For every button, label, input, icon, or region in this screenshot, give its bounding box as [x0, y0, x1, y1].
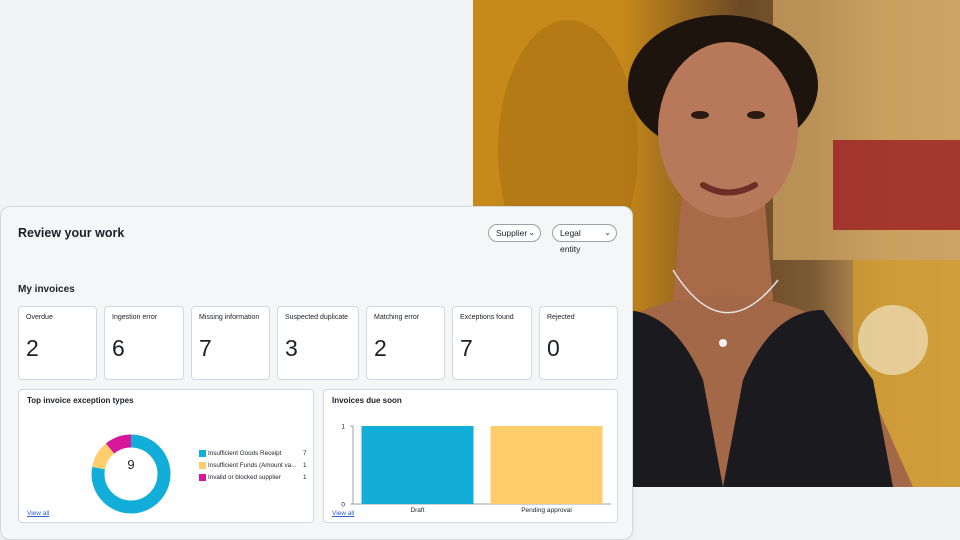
supplier-filter-label: Supplier — [496, 228, 528, 238]
y-tick-label: 1 — [341, 424, 345, 431]
review-card: Review your work Supplier ⌄ Legal entity… — [0, 206, 633, 540]
legend-label: Insufficient Funds (Amount va... — [208, 462, 297, 469]
invoices-due-panel: Invoices due soon 0 1 Draft Pending approva… — [323, 389, 618, 523]
legend-count: 1 — [303, 462, 307, 469]
legend-item: Invalid or blocked supplier 1 — [199, 474, 309, 484]
tile-label: Exceptions found — [460, 314, 514, 321]
tile-value: 6 — [112, 335, 125, 361]
bar[interactable] — [490, 426, 603, 504]
legal-entity-filter-label: Legal entity — [560, 228, 581, 254]
tile-value: 7 — [199, 335, 212, 361]
tile-label: Suspected duplicate — [285, 314, 349, 321]
bar-chart: 0 1 Draft Pending approval — [341, 424, 611, 514]
tile-value: 3 — [285, 335, 298, 361]
chevron-down-icon: ⌄ — [604, 228, 611, 237]
y-tick-label: 0 — [341, 502, 345, 509]
supplier-filter[interactable]: Supplier ⌄ — [488, 224, 541, 242]
tile-label: Missing information — [199, 314, 260, 321]
view-all-link[interactable]: View all — [27, 510, 49, 517]
tile-value: 2 — [374, 335, 387, 361]
legend-swatch — [199, 450, 206, 457]
legend-count: 1 — [303, 474, 307, 481]
legend-swatch — [199, 462, 206, 469]
exception-types-panel: Top invoice exception types 9 Insufficie… — [18, 389, 314, 523]
legend-count: 7 — [303, 450, 307, 457]
legend-item: Insufficient Goods Receipt 7 — [199, 450, 309, 460]
tile-label: Matching error — [374, 314, 420, 321]
tile-ingestion-error[interactable]: Ingestion error 6 — [104, 306, 184, 380]
page-title: Review your work — [18, 226, 125, 240]
legal-entity-filter[interactable]: Legal entity ⌄ — [552, 224, 617, 254]
tile-value: 2 — [26, 335, 39, 361]
x-tick-label: Pending approval — [521, 507, 572, 514]
x-tick-label: Draft — [410, 507, 424, 514]
tile-missing-information[interactable]: Missing information 7 — [191, 306, 270, 380]
tile-label: Ingestion error — [112, 314, 158, 321]
tile-exceptions-found[interactable]: Exceptions found 7 — [452, 306, 532, 380]
panel-title: Invoices due soon — [332, 396, 402, 405]
view-all-link[interactable]: View all — [332, 510, 354, 517]
tile-overdue[interactable]: Overdue 2 — [18, 306, 97, 380]
chevron-down-icon: ⌄ — [528, 228, 535, 237]
section-title: My invoices — [18, 284, 75, 295]
legend-swatch — [199, 474, 206, 481]
panel-title: Top invoice exception types — [27, 396, 134, 405]
tile-matching-error[interactable]: Matching error 2 — [366, 306, 445, 380]
legend-label: Invalid or blocked supplier — [208, 474, 281, 481]
legend-label: Insufficient Goods Receipt — [208, 450, 282, 457]
tile-value: 7 — [460, 335, 473, 361]
tile-rejected[interactable]: Rejected 0 — [539, 306, 618, 380]
tile-label: Rejected — [547, 314, 575, 321]
bar[interactable] — [361, 426, 474, 504]
legend-item: Insufficient Funds (Amount va... 1 — [199, 462, 309, 472]
tile-suspected-duplicate[interactable]: Suspected duplicate 3 — [277, 306, 359, 380]
tile-value: 0 — [547, 335, 560, 361]
donut-total: 9 — [127, 457, 135, 472]
tile-label: Overdue — [26, 314, 53, 321]
